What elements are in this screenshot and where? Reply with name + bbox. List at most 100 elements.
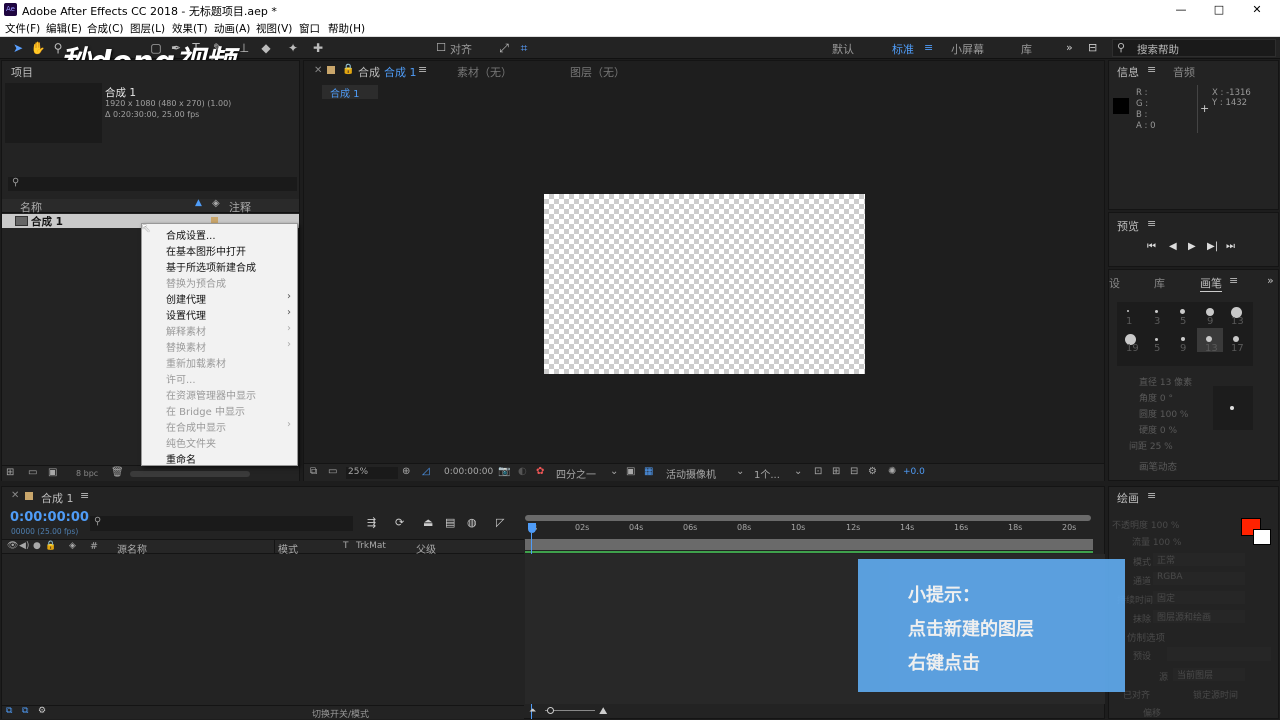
menu-layer[interactable]: 图层(L) bbox=[130, 21, 165, 36]
panel-menu-icon[interactable]: ≡ bbox=[80, 489, 89, 502]
lock-icon[interactable]: 🔒 bbox=[342, 64, 354, 75]
menu-file[interactable]: 文件(F) bbox=[5, 21, 40, 36]
background-color-swatch[interactable] bbox=[1253, 529, 1271, 545]
mask-visibility-icon[interactable]: ◿ bbox=[422, 466, 430, 477]
channel-icon[interactable]: ✿ bbox=[536, 466, 544, 477]
last-frame-icon[interactable]: ⏭ bbox=[1226, 241, 1235, 252]
menu-window[interactable]: 窗口 bbox=[299, 21, 320, 36]
workspace-default[interactable]: 默认 bbox=[832, 41, 854, 57]
exposure-value[interactable]: +0.0 bbox=[903, 467, 925, 477]
brushes-tab[interactable]: 画笔 bbox=[1200, 275, 1222, 292]
menu-item-create-proxy[interactable]: 创建代理 bbox=[166, 291, 206, 306]
project-search-input[interactable]: ⚲ bbox=[8, 177, 297, 191]
footage-tab[interactable]: 素材（无） bbox=[457, 64, 512, 80]
source-name-header[interactable]: 源名称 bbox=[117, 541, 147, 556]
graph-editor-icon[interactable]: ◸ bbox=[496, 516, 504, 529]
camera-select[interactable]: 活动摄像机 bbox=[666, 466, 716, 481]
zoom-out-icon[interactable]: ⏶ bbox=[529, 706, 536, 716]
show-snapshot-icon[interactable]: ◐ bbox=[518, 466, 527, 477]
puppet-tool-icon[interactable]: ✚ bbox=[310, 40, 326, 56]
clone-preset-buttons[interactable] bbox=[1167, 647, 1271, 661]
menu-view[interactable]: 视图(V) bbox=[256, 21, 292, 36]
aligned-checkbox[interactable]: 已对齐 bbox=[1123, 688, 1150, 701]
menu-item-set-proxy[interactable]: 设置代理 bbox=[166, 307, 206, 322]
snap-icon-1[interactable]: ⤢ bbox=[496, 40, 512, 56]
paint-duration-select[interactable]: 固定 bbox=[1153, 591, 1245, 604]
paint-mode-select[interactable]: 正常 bbox=[1153, 553, 1245, 566]
close-tab-icon[interactable]: ✕ bbox=[11, 490, 19, 501]
brush-roundness[interactable]: 圆度 100 % bbox=[1139, 407, 1188, 420]
snap-icon-2[interactable]: ⌗ bbox=[516, 40, 532, 56]
layer-switches-icon[interactable]: ⧉ bbox=[6, 706, 12, 716]
panel-menu-icon[interactable]: ≡ bbox=[1229, 274, 1238, 287]
bpc-label[interactable]: 8 bpc bbox=[76, 469, 98, 478]
menu-animation[interactable]: 动画(A) bbox=[214, 21, 250, 36]
help-search-box[interactable]: ⚲ 搜索帮助 bbox=[1112, 39, 1276, 57]
lock-source-time-checkbox[interactable]: 锁定源时间 bbox=[1193, 688, 1238, 701]
brush-angle[interactable]: 角度 0 ° bbox=[1139, 391, 1173, 404]
info-tab[interactable]: 信息 bbox=[1117, 64, 1139, 80]
play-icon[interactable]: ▶ bbox=[1188, 241, 1196, 252]
menu-effect[interactable]: 效果(T) bbox=[172, 21, 208, 36]
workspace-standard[interactable]: 标准 bbox=[892, 41, 914, 57]
project-tab[interactable]: 项目 bbox=[11, 64, 33, 80]
panel-menu-icon[interactable]: ≡ bbox=[1147, 489, 1156, 502]
menu-composition[interactable]: 合成(C) bbox=[87, 21, 124, 36]
timeline-timecode[interactable]: 0:00:00:00 bbox=[10, 510, 89, 525]
minimize-button[interactable]: — bbox=[1168, 2, 1194, 18]
paint-channel-select[interactable]: RGBA bbox=[1153, 572, 1245, 585]
paint-flow[interactable]: 流量 100 % bbox=[1132, 535, 1181, 548]
timeline-search-input[interactable]: ⚲ bbox=[90, 516, 353, 531]
comp-duration-bar[interactable] bbox=[525, 539, 1093, 550]
timeline-tab[interactable]: 合成 1 bbox=[41, 490, 74, 506]
more-panels-icon[interactable]: » bbox=[1267, 274, 1274, 287]
audio-tab[interactable]: 音频 bbox=[1173, 64, 1195, 80]
menu-help[interactable]: 帮助(H) bbox=[328, 21, 365, 36]
name-column-header[interactable]: 名称 bbox=[20, 199, 42, 215]
workspace-library[interactable]: 库 bbox=[1021, 41, 1032, 57]
always-preview-icon[interactable]: ⧉ bbox=[310, 466, 317, 477]
lock-toggle-icon[interactable]: 🔒 bbox=[45, 541, 56, 551]
panel-menu-icon[interactable]: ≡ bbox=[1147, 217, 1156, 230]
maximize-button[interactable]: □ bbox=[1206, 2, 1232, 18]
workspace-more-icon[interactable]: » bbox=[1066, 41, 1073, 54]
previous-frame-icon[interactable]: ◀ bbox=[1169, 241, 1177, 252]
comment-column-header[interactable]: 注释 bbox=[229, 199, 251, 215]
brush-dynamics[interactable]: 画笔动态 bbox=[1139, 459, 1177, 473]
resolution-select[interactable]: 四分之一 bbox=[556, 466, 596, 481]
layer-tab[interactable]: 图层（无） bbox=[570, 64, 625, 80]
menu-item-open-essential-graphics[interactable]: 在基本图形中打开 bbox=[166, 243, 246, 258]
eraser-tool-icon[interactable]: ◆ bbox=[258, 40, 274, 56]
toggle-switches-modes[interactable]: 切换开关/模式 bbox=[312, 707, 369, 720]
library-tab[interactable]: 库 bbox=[1154, 275, 1165, 291]
viewer-comp-tab-name[interactable]: 合成 1 bbox=[384, 64, 417, 80]
workspace-menu-icon[interactable]: ≡ bbox=[924, 41, 933, 54]
exposure-reset-icon[interactable]: ✺ bbox=[888, 466, 896, 477]
trkmat-header[interactable]: TrkMat bbox=[356, 541, 386, 551]
close-button[interactable]: ✕ bbox=[1244, 2, 1270, 18]
workspace-panel-icon[interactable]: ⊟ bbox=[1088, 41, 1097, 54]
selection-tool-icon[interactable]: ➤ bbox=[10, 40, 26, 56]
close-tab-icon[interactable]: ✕ bbox=[314, 65, 322, 76]
clone-source-select[interactable]: 当前图层 bbox=[1173, 668, 1245, 681]
parent-header[interactable]: 父级 bbox=[416, 541, 436, 556]
brush-tip-grid[interactable]: 1 3 5 9 13 19 5 9 13 17 bbox=[1117, 302, 1253, 366]
clone-stamp-tool-icon[interactable]: ⊥ bbox=[236, 40, 252, 56]
paint-opacity[interactable]: 不透明度 100 % bbox=[1112, 518, 1179, 531]
paint-erase-select[interactable]: 图层源和绘画 bbox=[1153, 610, 1245, 623]
in-out-icon[interactable]: ⚙ bbox=[38, 706, 46, 716]
menu-edit[interactable]: 编辑(E) bbox=[46, 21, 82, 36]
interpret-footage-icon[interactable]: ⊞ bbox=[6, 467, 14, 478]
trash-icon[interactable]: 🗑 bbox=[111, 467, 124, 478]
toggle-pixel-icon[interactable]: ⊡ bbox=[814, 466, 822, 477]
motion-blur-icon[interactable]: ◍ bbox=[467, 516, 477, 529]
frame-blending-icon[interactable]: ▤ bbox=[445, 516, 455, 529]
draft-3d-icon[interactable]: ⟳ bbox=[395, 516, 404, 529]
first-frame-icon[interactable]: ⏮ bbox=[1147, 241, 1156, 252]
roto-brush-tool-icon[interactable]: ✦ bbox=[285, 40, 301, 56]
shy-layers-icon[interactable]: ⏏ bbox=[423, 516, 433, 529]
panel-menu-icon[interactable]: ≡ bbox=[1147, 63, 1156, 76]
panel-menu-icon[interactable]: ≡ bbox=[418, 63, 427, 76]
new-composition-icon[interactable]: ▣ bbox=[48, 467, 57, 478]
comp-subtab[interactable]: 合成 1 bbox=[322, 85, 378, 100]
